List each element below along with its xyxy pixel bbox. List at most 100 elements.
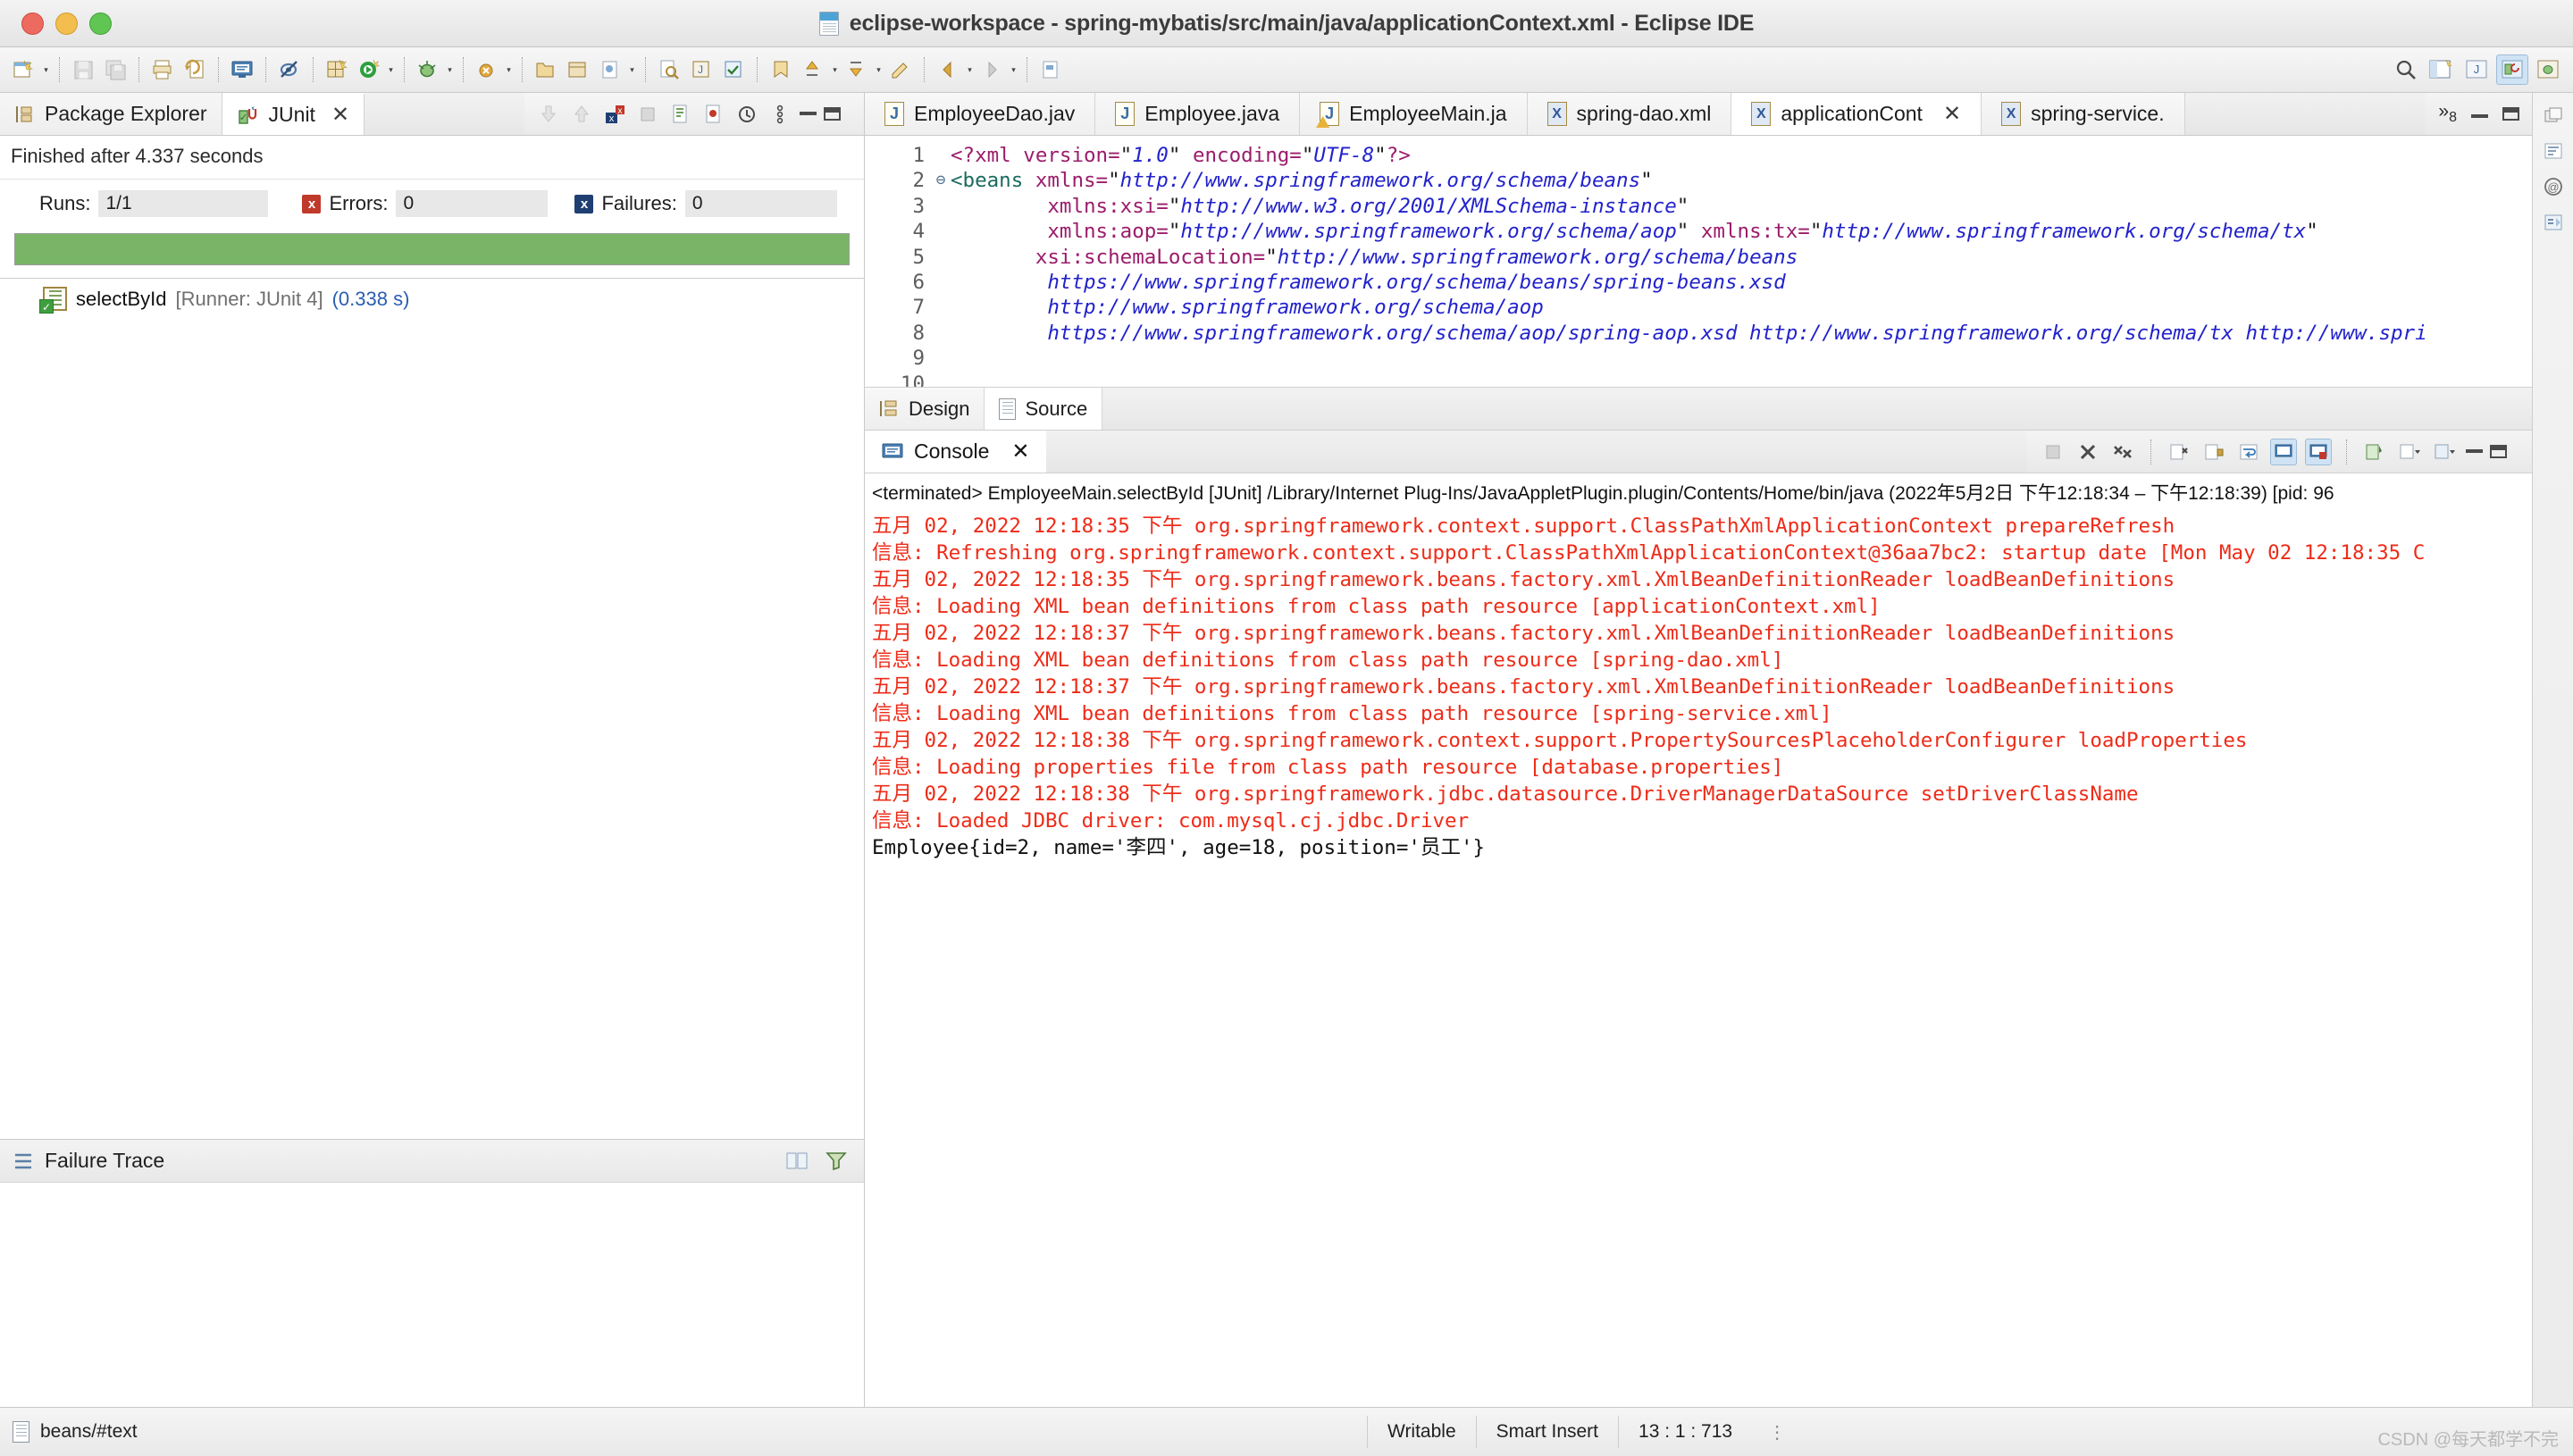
print-icon[interactable] [147, 54, 178, 85]
new-wizard-dropdown-caret[interactable]: ▾ [41, 54, 51, 85]
new-class-caret[interactable]: ▾ [627, 54, 637, 85]
restore-view-icon[interactable] [2544, 107, 2563, 125]
forward-icon[interactable] [976, 54, 1007, 85]
code-line[interactable]: 3 xmlns:xsi="http://www.w3.org/2001/XMLS… [865, 194, 2532, 219]
rerun-failed-first-icon[interactable] [700, 101, 727, 128]
back-icon[interactable] [933, 54, 963, 85]
tab-spring-service-xml[interactable]: spring-service. [1982, 93, 2185, 135]
compare-result-icon[interactable] [782, 1146, 812, 1176]
next-annotation-icon[interactable] [842, 54, 872, 85]
remove-launch-icon[interactable] [2074, 439, 2101, 465]
quick-access-search-icon[interactable] [2391, 54, 2421, 85]
minimize-view-icon[interactable] [800, 107, 817, 115]
show-failures-only-icon[interactable]: xx [601, 101, 628, 128]
show-console-on-error-icon[interactable] [2305, 438, 2332, 465]
open-console-icon[interactable] [227, 54, 257, 85]
tab-employee-java[interactable]: Employee.java [1095, 93, 1301, 135]
sidebar-item-junit[interactable]: ✓ JUnit ✕ [222, 93, 365, 135]
display-selected-console-icon[interactable] [2396, 439, 2423, 465]
clear-console-icon[interactable] [2166, 439, 2192, 465]
tab-source[interactable]: Source [985, 388, 1103, 430]
new-class-icon[interactable] [595, 54, 625, 85]
history-icon[interactable] [733, 101, 760, 128]
maximize-editor-icon[interactable] [2502, 107, 2519, 121]
tab-console[interactable]: Console ✕ [865, 431, 1046, 473]
fold-collapse-icon[interactable]: ⊖ [931, 168, 951, 193]
code-line[interactable]: 7 http://www.springframework.org/schema/… [865, 295, 2532, 320]
toggle-mark-occurrences-icon[interactable] [274, 54, 305, 85]
save-icon[interactable] [68, 54, 98, 85]
console-output[interactable]: <terminated> EmployeeMain.selectById [JU… [865, 473, 2532, 1407]
perspective-junit-icon[interactable] [2496, 54, 2528, 85]
perspective-java-icon[interactable]: J [2460, 54, 2493, 85]
open-perspective-icon[interactable] [2425, 54, 2457, 85]
tab-spring-dao-xml[interactable]: spring-dao.xml [1527, 93, 1732, 135]
open-console-menu-icon[interactable] [2431, 439, 2458, 465]
status-menu-icon[interactable]: ⋮ [1752, 1421, 1804, 1443]
back-caret[interactable]: ▾ [965, 54, 975, 85]
tab-employeedao-java[interactable]: EmployeeDao.jav [865, 93, 1096, 135]
new-folder-icon[interactable] [531, 54, 561, 85]
filter-stacktrace-icon[interactable] [821, 1146, 851, 1176]
marker-icon[interactable] [766, 54, 796, 85]
new-wizard-icon[interactable] [9, 54, 39, 85]
close-window-button[interactable] [21, 12, 44, 35]
perspective-debug-icon[interactable] [2532, 54, 2564, 85]
debug-icon[interactable] [413, 54, 443, 85]
maximize-view-icon[interactable] [824, 107, 841, 121]
xml-editor[interactable]: 1 <?xml version="1.0" encoding="UTF-8"?> 2… [865, 136, 2532, 431]
tab-applicationcontext-xml[interactable]: applicationCont ✕ [1731, 93, 1982, 135]
junit-test-tree[interactable]: ✓ selectById [Runner: JUnit 4] (0.338 s) [0, 278, 864, 1139]
terminate-icon[interactable] [2040, 439, 2066, 465]
code-line[interactable]: 9 [865, 346, 2532, 371]
previous-failure-icon[interactable] [568, 101, 595, 128]
failure-trace-content[interactable] [0, 1183, 864, 1407]
open-task-icon[interactable] [718, 54, 749, 85]
maximize-window-button[interactable] [89, 12, 112, 35]
word-wrap-icon[interactable] [2235, 439, 2262, 465]
next-failure-icon[interactable] [535, 101, 562, 128]
run-icon[interactable] [354, 54, 384, 85]
new-package-icon[interactable] [563, 54, 593, 85]
properties-view-icon[interactable] [2544, 213, 2563, 232]
sidebar-item-package-explorer[interactable]: Package Explorer [0, 93, 222, 135]
minimize-editor-icon[interactable] [2471, 110, 2488, 118]
code-line[interactable]: 10 [865, 372, 2532, 387]
view-menu-icon[interactable] [767, 101, 793, 128]
code-line[interactable]: 1 <?xml version="1.0" encoding="UTF-8"?> [865, 143, 2532, 168]
minimize-window-button[interactable] [55, 12, 78, 35]
code-line[interactable]: 2 ⊖ <beans xmlns="http://www.springframewo… [865, 168, 2532, 193]
last-edit-location-icon[interactable] [885, 54, 916, 85]
close-icon[interactable]: ✕ [1943, 101, 1961, 127]
run-external-tools-icon[interactable] [472, 54, 502, 85]
tab-design[interactable]: Design [865, 388, 985, 430]
previous-annotation-caret[interactable]: ▾ [830, 54, 840, 85]
stop-junit-icon[interactable] [634, 101, 661, 128]
run-dropdown-caret[interactable]: ▾ [386, 54, 396, 85]
debug-dropdown-caret[interactable]: ▾ [445, 54, 455, 85]
task-list-icon[interactable]: @ [2544, 177, 2563, 197]
search-resource-icon[interactable] [654, 54, 684, 85]
editor-code-area[interactable]: 1 <?xml version="1.0" encoding="UTF-8"?> 2… [865, 136, 2532, 387]
maximize-console-icon[interactable] [2490, 445, 2507, 458]
close-icon[interactable]: ✕ [331, 102, 349, 128]
remove-all-terminated-icon[interactable] [2109, 439, 2136, 465]
scroll-lock-icon[interactable] [2200, 439, 2227, 465]
code-line[interactable]: 4 xmlns:aop="http://www.springframework.… [865, 219, 2532, 244]
code-line[interactable]: 8 https://www.springframework.org/schema… [865, 321, 2532, 346]
code-line[interactable]: 6 https://www.springframework.org/schema… [865, 270, 2532, 295]
list-item[interactable]: ✓ selectById [Runner: JUnit 4] (0.338 s) [0, 279, 864, 314]
save-all-icon[interactable] [100, 54, 130, 85]
minimize-console-icon[interactable] [2466, 445, 2483, 453]
open-type-icon[interactable]: J [686, 54, 717, 85]
close-icon[interactable]: ✕ [1011, 439, 1029, 464]
pin-console-icon[interactable] [2361, 439, 2388, 465]
rerun-test-icon[interactable] [667, 101, 694, 128]
show-console-on-output-icon[interactable] [2270, 438, 2297, 465]
forward-caret[interactable]: ▾ [1009, 54, 1018, 85]
external-tools-caret[interactable]: ▾ [504, 54, 514, 85]
previous-annotation-icon[interactable] [798, 54, 828, 85]
new-java-package-icon[interactable] [322, 54, 352, 85]
chevron-overflow-icon[interactable]: »8 [2438, 101, 2457, 126]
tab-employeemain-java[interactable]: EmployeeMain.ja [1300, 93, 1528, 135]
